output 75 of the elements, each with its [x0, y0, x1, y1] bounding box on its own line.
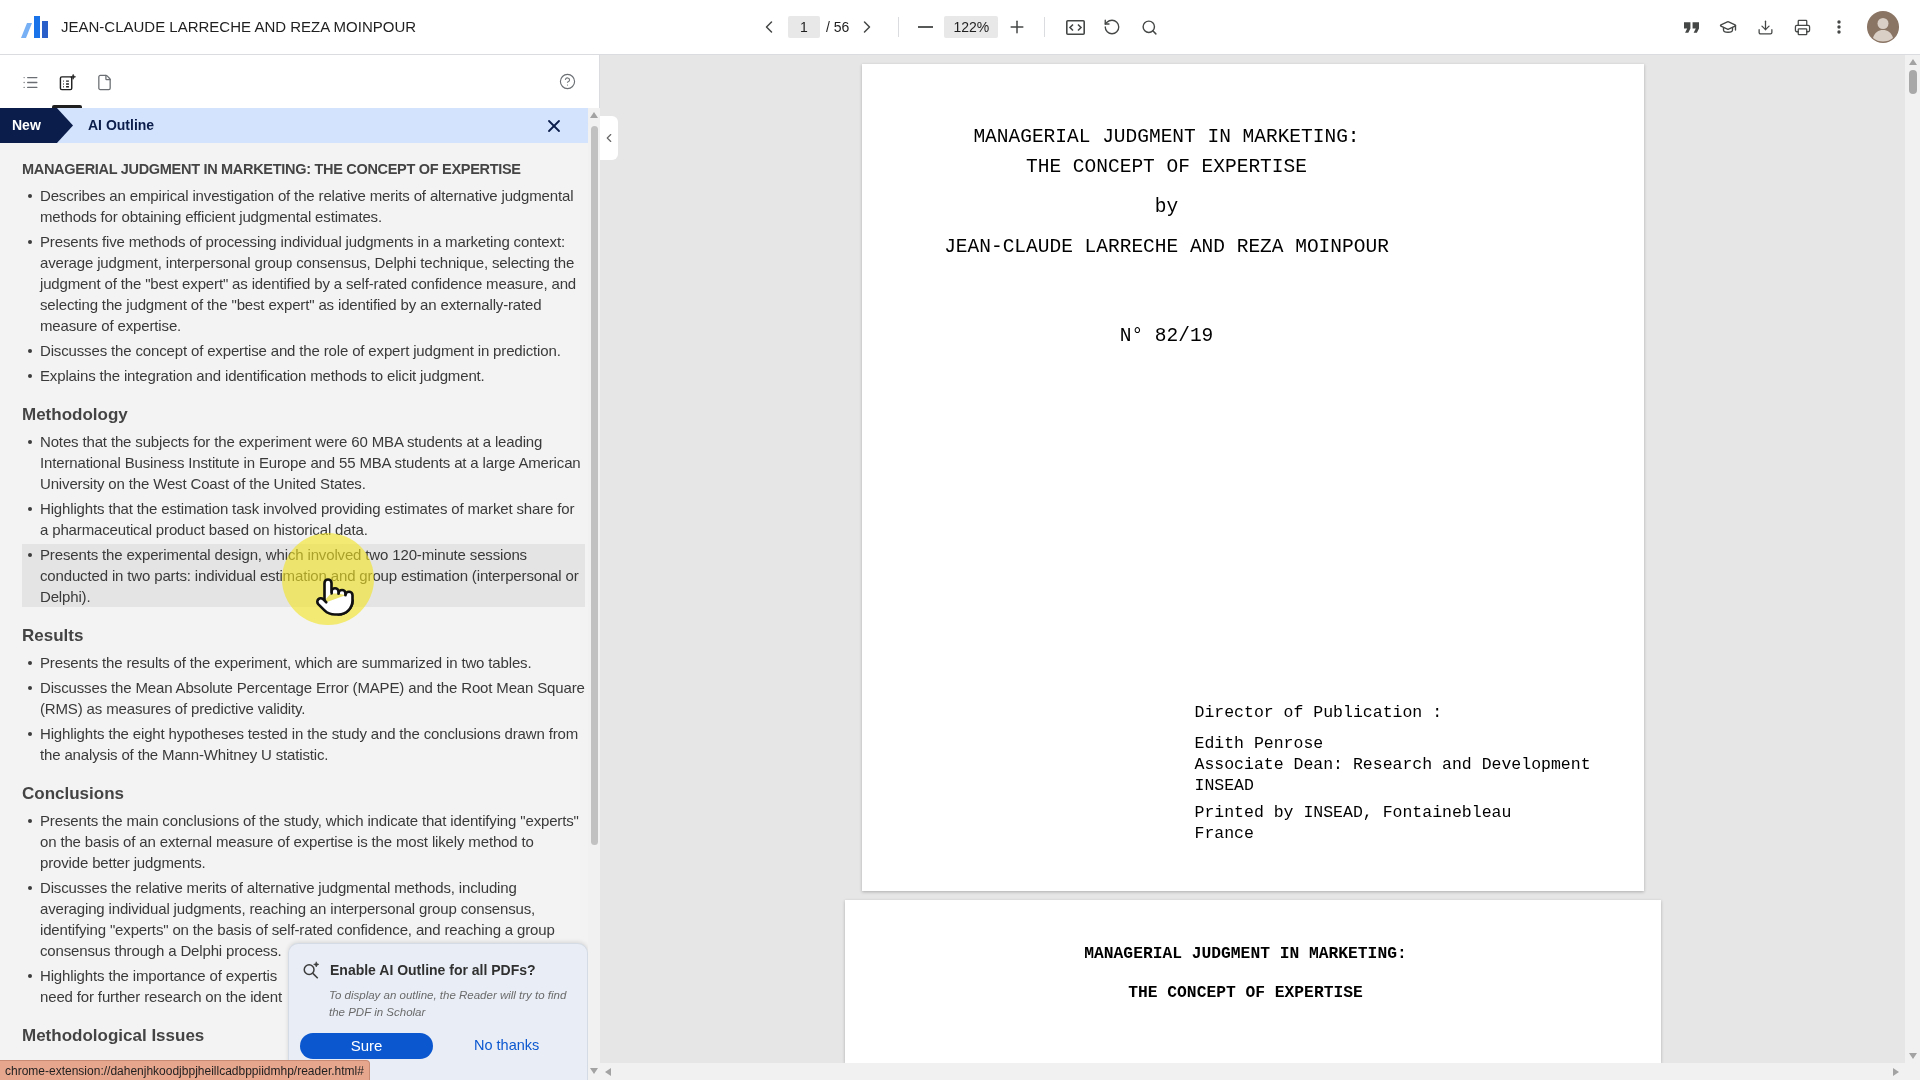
- bullet-icon: [28, 349, 32, 353]
- bullet-icon: [28, 553, 32, 557]
- outline-item[interactable]: Discusses the relative merits of alternative judgmental methods, including averaging individual judgments, reaching an interpersonal group consensus, identifying "experts" on the basis of self-rated confidence, and reaching a group consensus through a Delphi process.: [22, 877, 585, 961]
- outline-item[interactable]: Discusses the Mean Absolute Percentage Error (MAPE) and the Root Mean Square (RMS) as measures of predictive validity.: [22, 677, 585, 719]
- search-icon: [1140, 18, 1158, 36]
- minus-icon: [917, 26, 933, 28]
- outline-heading: Methodology: [22, 404, 128, 426]
- outline-item[interactable]: Highlights that the estimation task involved providing estimates of market share for a pharmaceutical product based on historical data.: [22, 498, 585, 540]
- bullet-icon: [28, 732, 32, 736]
- publication-line: France: [1194, 823, 1254, 844]
- outline-item[interactable]: Highlights the eight hypotheses tested in the study and the conclusions drawn from the analysis of the Mann-Whitney U statistic.: [22, 723, 585, 765]
- confirm-button[interactable]: Sure: [300, 1033, 433, 1059]
- bullet-icon: [28, 661, 32, 665]
- byline: by: [1154, 195, 1179, 220]
- document-title: JEAN-CLAUDE LARRECHE AND REZA MOINPOUR: [61, 16, 417, 37]
- scrollbar[interactable]: [1905, 55, 1920, 1063]
- help-icon: [558, 73, 576, 90]
- page-number-field[interactable]: 1: [788, 16, 820, 38]
- rotate-icon: [1103, 18, 1122, 36]
- publication-line: Director of Publication :: [1194, 702, 1443, 723]
- graduation-cap-icon: [1719, 18, 1737, 36]
- bullet-icon: [28, 440, 32, 444]
- outline-item[interactable]: Describes an empirical investigation of the relative merits of alternative judgmental methods for obtaining efficient judgmental estimates.: [22, 185, 585, 227]
- outline-item[interactable]: Discusses the concept of expertise and the role of expert judgment in prediction.: [22, 340, 561, 361]
- report-number: N° 82/19: [1119, 324, 1214, 349]
- prompt-title: Enable AI Outline for all PDFs?: [330, 961, 536, 979]
- prompt-description: To display an outline, the Reader will try to find the PDF in Scholar: [329, 988, 568, 1020]
- dismiss-button[interactable]: No thanks: [466, 1033, 548, 1059]
- title-line: THE CONCEPT OF EXPERTISE: [1128, 982, 1363, 1004]
- outline-heading: Conclusions: [22, 783, 124, 805]
- banner-title: AI Outline: [88, 116, 155, 135]
- bullet-icon: [28, 686, 32, 690]
- status-url: chrome-extension://dahenjhkoodjbpjheillcadbppiidmhp/reader.html#: [0, 1060, 370, 1080]
- title-line: THE CONCEPT OF EXPERTISE: [1026, 155, 1307, 180]
- outline-item[interactable]: Explains the integration and identification methods to elicit judgment.: [22, 365, 485, 386]
- title-line: MANAGERIAL JUDGMENT IN MARKETING:: [973, 125, 1360, 150]
- title-line: MANAGERIAL JUDGMENT IN MARKETING:: [1084, 943, 1407, 965]
- avatar-icon[interactable]: [1867, 11, 1899, 43]
- bullet-icon: [28, 240, 32, 244]
- outline-item[interactable]: Presents five methods of processing individual judgments in a marketing context: average judgment, interpersonal group consensus, Delphi technique, selecting the judgment of the "best expert" as identified by a self-rated confidence measure, and selecting the judgment of the "best expert" as identified by an externally-rated measure of expertise.: [22, 231, 585, 336]
- zoom-field[interactable]: 122%: [944, 16, 999, 38]
- bullet-icon: [28, 974, 32, 978]
- sparkle-search-icon: [302, 961, 320, 979]
- bullet-icon: [28, 886, 32, 890]
- bullet-icon: [28, 194, 32, 198]
- publication-line: Printed by INSEAD, Fontainebleau: [1194, 802, 1512, 823]
- page-count: / 56: [826, 17, 850, 37]
- outline-heading: Results: [22, 625, 84, 647]
- more-vertical-icon: [1837, 20, 1841, 34]
- outline-item[interactable]: Notes that the subjects for the experiment were 60 MBA students at a leading International Business Institute in Europe and 55 MBA students at a large American University on the West Coast of the United States.: [22, 431, 585, 494]
- outline-heading: MANAGERIAL JUDGMENT IN MARKETING: THE CONCEPT OF EXPERTISE: [22, 160, 521, 179]
- file-icon: [95, 74, 113, 91]
- list-icon: [21, 74, 39, 91]
- bullet-icon: [28, 507, 32, 511]
- frame-chevrons-icon: [1065, 19, 1085, 35]
- printer-icon: [1793, 18, 1811, 36]
- document-sparkle-icon: [58, 74, 76, 91]
- outline-item[interactable]: Highlights the importance of expertis need for further research on the ident: [22, 965, 282, 1007]
- outline-item[interactable]: Presents the results of the experiment, which are summarized in two tables.: [22, 652, 532, 673]
- logo-icon: [21, 15, 48, 39]
- outline-heading: Methodological Issues: [22, 1025, 205, 1047]
- new-badge: New: [0, 108, 73, 143]
- publication-line: INSEAD: [1194, 775, 1254, 796]
- download-icon: [1756, 18, 1774, 36]
- outline-item[interactable]: Presents the main conclusions of the study, which indicate that identifying "experts" on the basis of an external measure of expertise is the most likely method to provide better judgments.: [22, 810, 585, 873]
- publication-line: Associate Dean: Research and Development: [1194, 754, 1591, 775]
- help-button[interactable]: [557, 71, 577, 92]
- bullet-icon: [28, 374, 32, 378]
- scrollbar-thumb[interactable]: [590, 126, 598, 845]
- publication-line: Edith Penrose: [1194, 733, 1324, 754]
- bullet-icon: [28, 819, 32, 823]
- scrollbar-thumb[interactable]: [1908, 70, 1917, 94]
- scrollbar[interactable]: [588, 108, 600, 1080]
- authors-line: JEAN-CLAUDE LARRECHE AND REZA MOINPOUR: [944, 235, 1389, 260]
- quote-icon: [1683, 21, 1699, 33]
